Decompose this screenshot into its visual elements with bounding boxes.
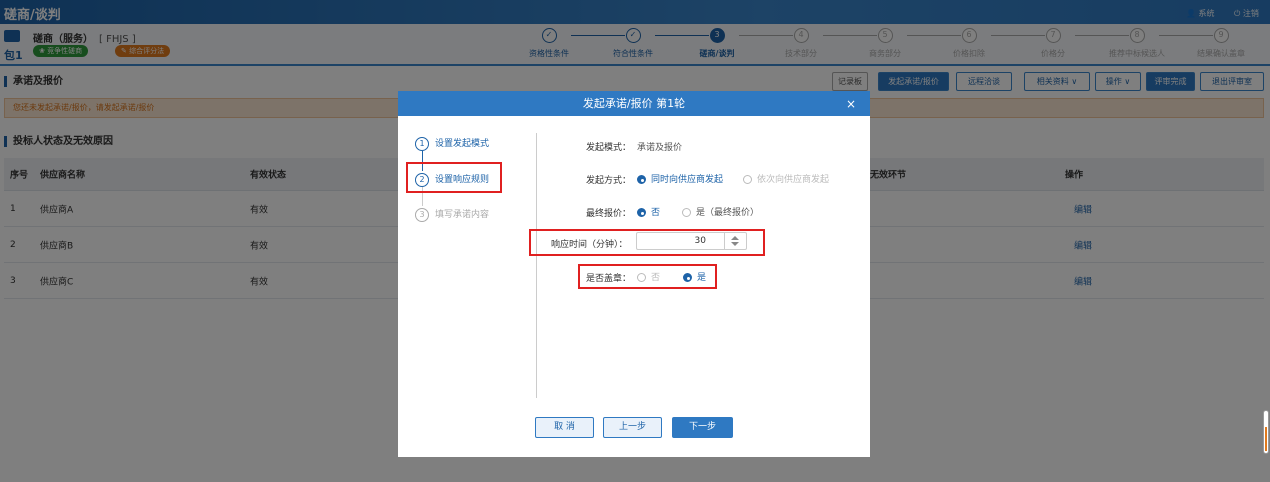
dialog-divider bbox=[536, 133, 537, 398]
method-option-simultaneous[interactable]: 同时向供应商发起 bbox=[637, 172, 723, 185]
highlight-box bbox=[406, 162, 502, 193]
prev-step-button[interactable]: 上一步 bbox=[603, 417, 662, 438]
method-option-sequential[interactable]: 依次向供应商发起 bbox=[743, 172, 829, 185]
mode-value: 承诺及报价 bbox=[637, 143, 683, 153]
cancel-button[interactable]: 取 消 bbox=[535, 417, 594, 438]
dialog-title: 发起承诺/报价 第1轮 bbox=[398, 91, 870, 116]
next-step-button[interactable]: 下一步 bbox=[672, 417, 733, 438]
nav-step-content[interactable]: 3 填写承诺内容 bbox=[415, 207, 489, 222]
radio-checked-icon bbox=[637, 175, 646, 184]
final-quote-option-no[interactable]: 否 bbox=[637, 205, 660, 218]
initiate-quote-dialog: 发起承诺/报价 第1轮 × 1 设置发起模式 2 设置响应规则 3 填写承诺内容 发起… bbox=[398, 91, 870, 457]
highlight-box bbox=[529, 229, 765, 256]
mode-label: 发起模式： bbox=[586, 143, 632, 153]
scrollbar[interactable] bbox=[1263, 410, 1269, 454]
step-number: 3 bbox=[415, 207, 429, 222]
highlight-box bbox=[578, 264, 717, 289]
close-icon[interactable]: × bbox=[846, 97, 856, 111]
step-number: 1 bbox=[415, 136, 429, 151]
radio-unchecked-icon bbox=[743, 175, 752, 184]
final-quote-option-yes[interactable]: 是（最终报价） bbox=[682, 205, 759, 218]
nav-label: 设置发起模式 bbox=[435, 139, 490, 149]
radio-unchecked-icon bbox=[682, 208, 691, 217]
method-label: 发起方式： bbox=[586, 176, 632, 186]
final-quote-label: 最终报价： bbox=[586, 209, 632, 219]
radio-checked-icon bbox=[637, 208, 646, 217]
nav-label: 填写承诺内容 bbox=[435, 210, 490, 220]
nav-step-mode[interactable]: 1 设置发起模式 bbox=[415, 136, 489, 151]
